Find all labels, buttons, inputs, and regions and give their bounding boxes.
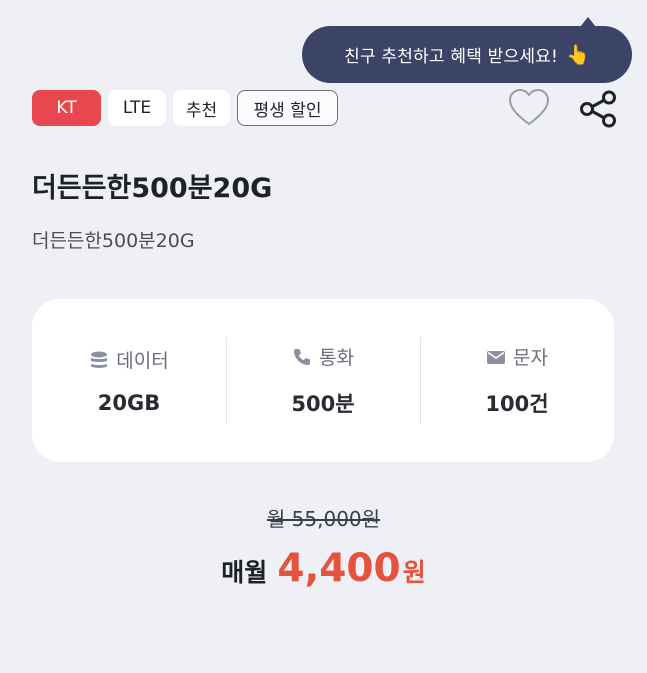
spec-data: 데이터 20GB	[32, 299, 226, 462]
price-unit: 원	[402, 558, 426, 587]
spec-call-value: 500분	[291, 392, 355, 416]
spec-call: 통화 500분	[226, 299, 420, 462]
spec-data-label: 데이터	[116, 350, 169, 372]
pointing-hand-icon: 👆	[566, 44, 590, 66]
share-icon[interactable]	[578, 90, 618, 128]
plan-subtitle: 더든든한500분20G	[32, 230, 195, 252]
price-prefix: 매월	[221, 558, 268, 587]
price-amount: 4,400	[277, 546, 401, 591]
plan-spec-card: 데이터 20GB 통화 500분 문자 100건	[32, 299, 614, 462]
plan-title: 더든든한500분20G	[32, 173, 273, 204]
discount-badge: 평생 할인	[237, 90, 338, 126]
spec-sms-label: 문자	[513, 347, 548, 369]
spec-call-label: 통화	[319, 347, 354, 369]
spec-sms-value: 100건	[485, 392, 549, 416]
plan-badges: KT LTE 추천 평생 할인	[32, 90, 338, 126]
spec-data-value: 20GB	[97, 391, 161, 415]
network-badge: LTE	[108, 90, 166, 126]
phone-icon	[294, 348, 311, 365]
carrier-badge: KT	[32, 90, 101, 126]
heart-icon[interactable]	[508, 88, 550, 128]
spec-sms: 문자 100건	[420, 299, 614, 462]
recommend-badge: 추천	[173, 90, 230, 126]
monthly-price: 매월 4,400 원	[0, 546, 647, 591]
original-price: 월 55,000원	[266, 507, 381, 531]
database-icon	[91, 351, 108, 368]
referral-tooltip[interactable]: 친구 추천하고 혜택 받으세요! 👆	[302, 17, 632, 83]
envelope-icon	[487, 350, 506, 364]
tooltip-text: 친구 추천하고 혜택 받으세요!	[344, 47, 559, 67]
